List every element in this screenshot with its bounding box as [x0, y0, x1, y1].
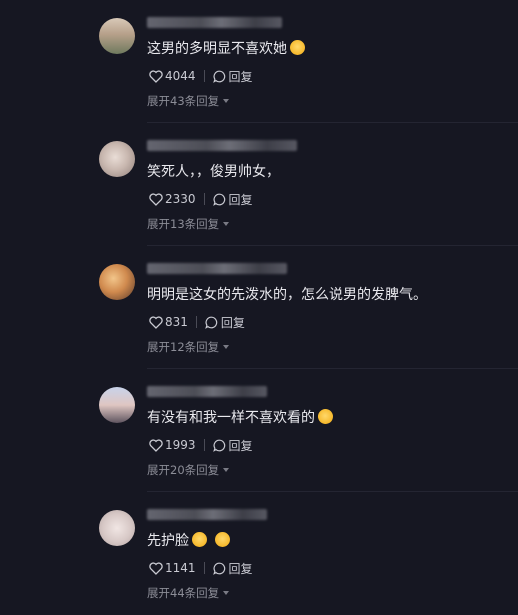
- chevron-down-icon: [223, 468, 230, 472]
- chevron-down-icon: [223, 345, 230, 349]
- expand-replies[interactable]: 展开20条回复: [147, 462, 230, 478]
- expand-replies-label: 展开44条回复: [147, 586, 220, 600]
- comment-item: 先护脸 1141 回复 展开44条回复: [0, 492, 518, 615]
- reply-button[interactable]: 回复: [205, 314, 245, 331]
- reply-button[interactable]: 回复: [212, 68, 253, 85]
- avatar[interactable]: [99, 141, 135, 177]
- heart-icon: [149, 192, 163, 206]
- comment-bubble-icon: [212, 562, 225, 575]
- divider: [203, 439, 205, 451]
- laughing-emoji-icon: [290, 40, 305, 55]
- comment-text: 笑死人，，俊男帅女，: [147, 164, 280, 180]
- chevron-down-icon: [223, 99, 230, 103]
- comment-text: 有没有和我一样不喜欢看的: [147, 406, 336, 428]
- comment-text: 这男的多明显不喜欢她: [147, 39, 305, 59]
- username-blurred[interactable]: [147, 17, 282, 28]
- laughing-emoji-icon: [192, 532, 207, 547]
- expand-replies[interactable]: 展开44条回复: [147, 585, 230, 601]
- comment-actions: 831 回复: [149, 313, 245, 331]
- expand-replies-label: 展开43条回复: [147, 94, 220, 108]
- comment-actions: 1993 回复: [149, 436, 253, 454]
- like-button[interactable]: 2330: [149, 192, 196, 206]
- expand-replies-label: 展开12条回复: [147, 340, 220, 354]
- like-count: 2330: [165, 192, 196, 206]
- reply-label: 回复: [228, 192, 253, 207]
- comment-bubble-icon: [212, 193, 225, 206]
- reply-button[interactable]: 回复: [212, 191, 253, 208]
- heart-icon: [149, 438, 163, 452]
- heart-icon: [149, 315, 163, 329]
- comment-bubble-icon: [212, 439, 225, 452]
- chevron-down-icon: [223, 222, 230, 226]
- like-count: 1141: [165, 561, 196, 575]
- heart-icon: [149, 561, 163, 575]
- comment-bubble-icon: [212, 70, 225, 83]
- like-button[interactable]: 831: [149, 315, 188, 329]
- expand-replies[interactable]: 展开43条回复: [147, 93, 230, 109]
- comment-text: 明明是这女的先泼水的，怎么说男的发脾气。: [147, 287, 427, 303]
- laughing-emoji-icon: [215, 532, 230, 547]
- divider: [203, 70, 205, 82]
- reply-button[interactable]: 回复: [212, 437, 253, 454]
- username-blurred[interactable]: [147, 140, 297, 151]
- comment-actions: 1141 回复: [149, 559, 253, 577]
- comment-text: 先护脸: [147, 531, 230, 551]
- reply-label: 回复: [220, 315, 245, 330]
- like-button[interactable]: 1141: [149, 561, 196, 575]
- expand-replies-label: 展开20条回复: [147, 463, 220, 477]
- like-count: 831: [165, 315, 188, 329]
- divider: [203, 562, 205, 574]
- reply-label: 回复: [228, 438, 253, 453]
- username-blurred[interactable]: [147, 386, 267, 397]
- divider: [203, 193, 205, 205]
- avatar[interactable]: [99, 264, 135, 300]
- like-button[interactable]: 1993: [149, 438, 196, 452]
- expand-replies[interactable]: 展开13条回复: [147, 216, 230, 232]
- comment-actions: 2330 回复: [149, 190, 253, 208]
- comment-item: 明明是这女的先泼水的，怎么说男的发脾气。 831 回复 展开12条回复: [0, 246, 518, 369]
- expand-replies-label: 展开13条回复: [147, 217, 220, 231]
- like-count: 1993: [165, 438, 196, 452]
- avatar[interactable]: [99, 18, 135, 54]
- rolling-laughing-emoji-icon: [315, 406, 336, 427]
- avatar[interactable]: [99, 387, 135, 423]
- username-blurred[interactable]: [147, 509, 267, 520]
- comment-item: 有没有和我一样不喜欢看的 1993 回复 展开20条回复: [0, 369, 518, 492]
- like-count: 4044: [165, 69, 196, 83]
- divider: [195, 316, 197, 328]
- comment-item: 笑死人，，俊男帅女， 2330 回复 展开13条回复: [0, 123, 518, 246]
- expand-replies[interactable]: 展开12条回复: [147, 339, 230, 355]
- comment-bubble-icon: [205, 316, 218, 329]
- like-button[interactable]: 4044: [149, 69, 196, 83]
- avatar[interactable]: [99, 510, 135, 546]
- reply-label: 回复: [228, 561, 253, 576]
- username-blurred[interactable]: [147, 263, 287, 274]
- comment-item: 这男的多明显不喜欢她 4044 回复 展开43条回复: [0, 0, 518, 123]
- heart-icon: [149, 69, 163, 83]
- reply-label: 回复: [228, 69, 253, 84]
- reply-button[interactable]: 回复: [212, 560, 253, 577]
- comment-actions: 4044 回复: [149, 67, 253, 85]
- chevron-down-icon: [223, 591, 230, 595]
